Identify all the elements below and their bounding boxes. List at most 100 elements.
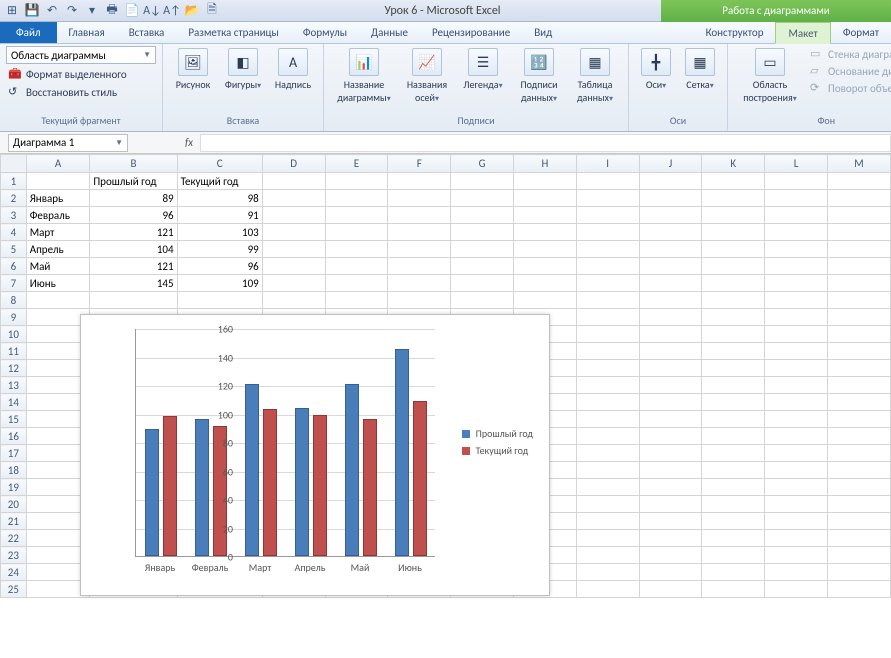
chart-bar[interactable]	[263, 409, 277, 556]
chart-bar[interactable]	[395, 349, 409, 556]
cell[interactable]	[639, 581, 702, 598]
cell[interactable]	[639, 258, 702, 275]
cell[interactable]: 98	[177, 190, 262, 207]
cell[interactable]	[765, 224, 828, 241]
cell[interactable]: 145	[90, 275, 177, 292]
cell[interactable]	[702, 275, 765, 292]
cell[interactable]	[765, 564, 828, 581]
cell[interactable]	[639, 343, 702, 360]
cell[interactable]	[639, 394, 702, 411]
cell[interactable]	[576, 496, 639, 513]
row-header[interactable]: 10	[1, 326, 27, 343]
cell[interactable]	[639, 326, 702, 343]
name-box[interactable]: Диаграмма 1 ▼	[8, 134, 128, 152]
cell[interactable]	[639, 547, 702, 564]
cell[interactable]	[576, 394, 639, 411]
column-header[interactable]: I	[576, 155, 639, 173]
row-header[interactable]: 3	[1, 207, 27, 224]
sort-desc-icon[interactable]: A↑	[164, 3, 180, 19]
cell[interactable]	[576, 224, 639, 241]
cell[interactable]	[827, 564, 890, 581]
cell[interactable]	[639, 292, 702, 309]
cell[interactable]	[325, 275, 388, 292]
column-header[interactable]: G	[451, 155, 514, 173]
cell[interactable]	[765, 479, 828, 496]
cell[interactable]	[765, 173, 828, 190]
cell[interactable]	[827, 360, 890, 377]
cell[interactable]	[765, 411, 828, 428]
cell[interactable]	[513, 224, 576, 241]
column-header[interactable]: L	[765, 155, 828, 173]
cell[interactable]	[513, 190, 576, 207]
open-icon[interactable]: 📂	[184, 3, 200, 19]
tab-chart-layout[interactable]: Макет	[775, 22, 830, 44]
cell[interactable]	[702, 292, 765, 309]
cell[interactable]	[576, 292, 639, 309]
cell[interactable]	[388, 190, 451, 207]
chart-bar[interactable]	[345, 384, 359, 556]
cell[interactable]	[325, 292, 388, 309]
cell[interactable]	[451, 190, 514, 207]
cell[interactable]	[827, 411, 890, 428]
save-icon[interactable]: 💾	[24, 3, 40, 19]
cell[interactable]	[765, 581, 828, 598]
cell[interactable]	[702, 224, 765, 241]
cell[interactable]	[576, 360, 639, 377]
cell[interactable]	[765, 275, 828, 292]
row-header[interactable]: 15	[1, 411, 27, 428]
cell[interactable]	[639, 462, 702, 479]
cell[interactable]	[576, 530, 639, 547]
cell[interactable]	[702, 241, 765, 258]
new-icon[interactable]: 🗎	[204, 3, 220, 19]
insert-shapes-button[interactable]: ◧ Фигуры▾	[219, 46, 267, 91]
cell[interactable]	[325, 173, 388, 190]
cell[interactable]: 96	[90, 207, 177, 224]
cell[interactable]	[765, 394, 828, 411]
cell[interactable]	[513, 241, 576, 258]
cell[interactable]	[827, 258, 890, 275]
row-header[interactable]: 11	[1, 343, 27, 360]
worksheet-area[interactable]: ABCDEFGHIJKLM1Прошлый годТекущий год2Янв…	[0, 154, 891, 658]
column-header[interactable]: M	[827, 155, 890, 173]
data-table-button[interactable]: ▦ Таблица данных▾	[568, 46, 622, 104]
cell[interactable]	[827, 581, 890, 598]
cell[interactable]	[639, 190, 702, 207]
cell[interactable]	[576, 190, 639, 207]
print-icon[interactable]: 🖶	[104, 3, 120, 19]
cell[interactable]	[702, 564, 765, 581]
tab-data[interactable]: Данные	[359, 22, 420, 43]
row-header[interactable]: 19	[1, 479, 27, 496]
tab-insert[interactable]: Вставка	[117, 22, 177, 43]
cell[interactable]	[388, 241, 451, 258]
cell[interactable]	[702, 445, 765, 462]
cell[interactable]	[262, 292, 325, 309]
cell[interactable]: 91	[177, 207, 262, 224]
row-header[interactable]: 1	[1, 173, 27, 190]
cell[interactable]	[702, 190, 765, 207]
cell[interactable]	[827, 428, 890, 445]
cell[interactable]	[639, 530, 702, 547]
tab-review[interactable]: Рецензирование	[420, 22, 522, 43]
cell[interactable]	[765, 343, 828, 360]
tab-chart-format[interactable]: Формат	[831, 22, 891, 43]
cell[interactable]	[388, 224, 451, 241]
row-header[interactable]: 2	[1, 190, 27, 207]
chart-element-selector[interactable]: Область диаграммы ▼	[6, 46, 156, 64]
cell[interactable]	[513, 258, 576, 275]
qat-dropdown-icon[interactable]: ▾	[84, 3, 100, 19]
cell[interactable]	[576, 547, 639, 564]
cell[interactable]	[576, 513, 639, 530]
cell[interactable]	[765, 360, 828, 377]
cell[interactable]	[388, 292, 451, 309]
cell[interactable]	[702, 326, 765, 343]
cell[interactable]	[262, 241, 325, 258]
column-header[interactable]: K	[702, 155, 765, 173]
row-header[interactable]: 13	[1, 377, 27, 394]
row-header[interactable]: 22	[1, 530, 27, 547]
row-header[interactable]: 12	[1, 360, 27, 377]
row-header[interactable]: 8	[1, 292, 27, 309]
row-header[interactable]: 20	[1, 496, 27, 513]
cell[interactable]	[702, 513, 765, 530]
cell[interactable]	[576, 173, 639, 190]
cell[interactable]	[702, 258, 765, 275]
